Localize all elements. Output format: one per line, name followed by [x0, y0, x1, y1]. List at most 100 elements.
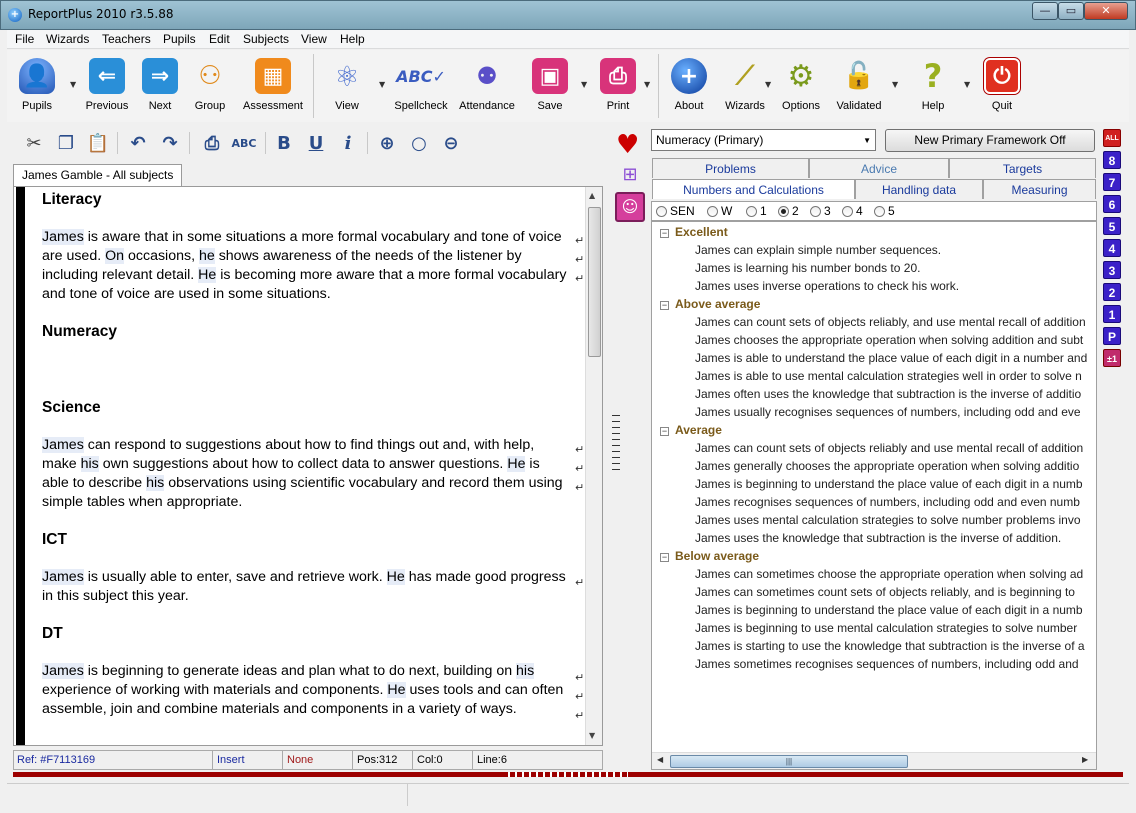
level-2-button[interactable]: 2: [1103, 283, 1121, 301]
level-6-button[interactable]: 6: [1103, 195, 1121, 213]
group-header[interactable]: − Above average: [660, 295, 760, 313]
info-icon[interactable]: i: [335, 130, 361, 156]
comment-item[interactable]: James uses the knowledge that subtractio…: [695, 529, 1061, 547]
radio-button[interactable]: [810, 205, 821, 217]
level-option-w[interactable]: W: [707, 204, 732, 218]
previous-button[interactable]: ⇐ Previous: [83, 58, 131, 112]
comment-item[interactable]: James can count sets of objects reliably…: [695, 439, 1083, 457]
level-plus-minus-button[interactable]: ±1: [1103, 349, 1121, 367]
comment-item[interactable]: James is beginning to use mental calcula…: [695, 619, 1077, 637]
tab-measuring[interactable]: Measuring: [983, 179, 1096, 199]
menu-subjects[interactable]: Subjects: [243, 32, 289, 46]
comment-item[interactable]: James is able to understand the place va…: [695, 349, 1087, 367]
wizards-button[interactable]: ⟋ Wizards: [722, 58, 768, 113]
comments-horizontal-scrollbar[interactable]: ◀ ||| ▶: [652, 752, 1096, 769]
heart-icon[interactable]: ♥: [616, 130, 639, 160]
literacy-paragraph[interactable]: James is aware that in some situations a…: [42, 228, 567, 304]
collapse-icon[interactable]: −: [660, 301, 669, 310]
underline-icon[interactable]: U: [303, 130, 329, 156]
print-dropdown-arrow[interactable]: ▼: [644, 80, 650, 89]
about-button[interactable]: + About: [669, 58, 709, 112]
comment-item[interactable]: James is learning his number bonds to 20…: [695, 259, 920, 277]
menu-wizards[interactable]: Wizards: [46, 32, 89, 46]
radio-button[interactable]: [707, 205, 718, 217]
print-button[interactable]: ⎙ Print: [598, 58, 638, 112]
comment-item[interactable]: James is able to use mental calculation …: [695, 367, 1082, 385]
radio-button[interactable]: [842, 205, 853, 217]
scroll-down-arrow[interactable]: ▼: [589, 731, 595, 740]
tab-advice[interactable]: Advice: [809, 158, 949, 178]
zoom-reset-icon[interactable]: ○: [406, 130, 432, 156]
editor-vertical-scrollbar[interactable]: ▲ ▼: [585, 187, 602, 745]
ict-paragraph[interactable]: James is usually able to enter, save and…: [42, 568, 567, 606]
tab-handling-data[interactable]: Handling data: [855, 179, 983, 199]
menu-help[interactable]: Help: [340, 32, 365, 46]
view-dropdown-arrow[interactable]: ▼: [379, 80, 385, 89]
comment-item[interactable]: James generally chooses the appropriate …: [695, 457, 1079, 475]
scrollbar-thumb[interactable]: [588, 207, 601, 357]
report-editor[interactable]: Literacy James is aware that in some sit…: [13, 186, 603, 746]
comment-item[interactable]: James is starting to use the knowledge t…: [695, 637, 1085, 655]
collapse-icon[interactable]: −: [660, 229, 669, 238]
collapse-icon[interactable]: −: [660, 553, 669, 562]
scrollbar-thumb[interactable]: |||: [670, 755, 908, 768]
comment-item[interactable]: James recognises sequences of numbers, i…: [695, 493, 1080, 511]
collapse-icon[interactable]: −: [660, 427, 669, 436]
bold-icon[interactable]: B: [271, 130, 297, 156]
validated-button[interactable]: 🔓 Validated: [834, 58, 884, 112]
scroll-up-arrow[interactable]: ▲: [589, 191, 595, 200]
menu-view[interactable]: View: [301, 32, 327, 46]
group-header[interactable]: − Below average: [660, 547, 759, 565]
panel-splitter[interactable]: [612, 415, 620, 475]
help-button[interactable]: ? Help: [913, 57, 953, 112]
level-7-button[interactable]: 7: [1103, 173, 1121, 191]
group-button[interactable]: ⚇ Group: [190, 58, 230, 112]
validated-dropdown-arrow[interactable]: ▼: [892, 80, 898, 89]
save-dropdown-arrow[interactable]: ▼: [581, 80, 587, 89]
zoom-in-icon[interactable]: ⊕: [374, 130, 400, 156]
comment-item[interactable]: James is beginning to understand the pla…: [695, 601, 1083, 619]
spellcheck-small-icon[interactable]: ABC: [231, 130, 257, 156]
level-option-1[interactable]: 1: [746, 204, 767, 218]
scroll-right-arrow[interactable]: ▶: [1082, 755, 1088, 764]
pupils-button[interactable]: 👤 Pupils: [17, 58, 57, 112]
menu-teachers[interactable]: Teachers: [102, 32, 151, 46]
level-3-button[interactable]: 3: [1103, 261, 1121, 279]
level-option-5[interactable]: 5: [874, 204, 895, 218]
attendance-button[interactable]: ⚉ Attendance: [458, 58, 516, 112]
subject-dropdown[interactable]: Numeracy (Primary) ▼: [651, 129, 876, 151]
redo-icon[interactable]: ↷: [157, 130, 183, 156]
cut-icon[interactable]: ✂: [21, 130, 47, 156]
editor-tab[interactable]: James Gamble - All subjects: [13, 164, 183, 186]
comment-item[interactable]: James can count sets of objects reliably…: [695, 313, 1086, 331]
menu-pupils[interactable]: Pupils: [163, 32, 196, 46]
splitter-handle[interactable]: [508, 772, 628, 777]
quit-button[interactable]: ⏻ Quit: [982, 58, 1022, 112]
comment-item[interactable]: James can sometimes choose the appropria…: [695, 565, 1083, 583]
comment-item[interactable]: James usually recognises sequences of nu…: [695, 403, 1081, 421]
radio-button-selected[interactable]: [778, 205, 789, 217]
comment-item[interactable]: James often uses the knowledge that subt…: [695, 385, 1081, 403]
level-p-button[interactable]: P: [1103, 327, 1121, 345]
comment-item[interactable]: James uses mental calculation strategies…: [695, 511, 1081, 529]
paste-icon[interactable]: 📋: [85, 130, 111, 156]
help-dropdown-arrow[interactable]: ▼: [964, 80, 970, 89]
tab-numbers-and-calculations[interactable]: Numbers and Calculations: [652, 179, 855, 199]
framework-toggle-button[interactable]: New Primary Framework Off: [885, 129, 1095, 152]
zoom-out-icon[interactable]: ⊖: [438, 130, 464, 156]
level-option-2[interactable]: 2: [778, 204, 799, 218]
comment-item[interactable]: James is beginning to understand the pla…: [695, 475, 1083, 493]
tab-problems[interactable]: Problems: [652, 158, 809, 178]
level-5-button[interactable]: 5: [1103, 217, 1121, 235]
radio-button[interactable]: [656, 205, 667, 217]
comment-item[interactable]: James sometimes recognises sequences of …: [695, 655, 1079, 673]
wizards-dropdown-arrow[interactable]: ▼: [765, 80, 771, 89]
comment-item[interactable]: James chooses the appropriate operation …: [695, 331, 1083, 349]
copy-icon[interactable]: ❐: [53, 130, 79, 156]
maximize-button[interactable]: ▭: [1058, 2, 1084, 20]
dt-paragraph[interactable]: James is beginning to generate ideas and…: [42, 662, 567, 719]
next-button[interactable]: ⇒ Next: [140, 58, 180, 112]
close-button[interactable]: ✕: [1084, 2, 1128, 20]
pupil-profile-icon[interactable]: ☺: [615, 192, 645, 222]
menu-file[interactable]: File: [15, 32, 34, 46]
